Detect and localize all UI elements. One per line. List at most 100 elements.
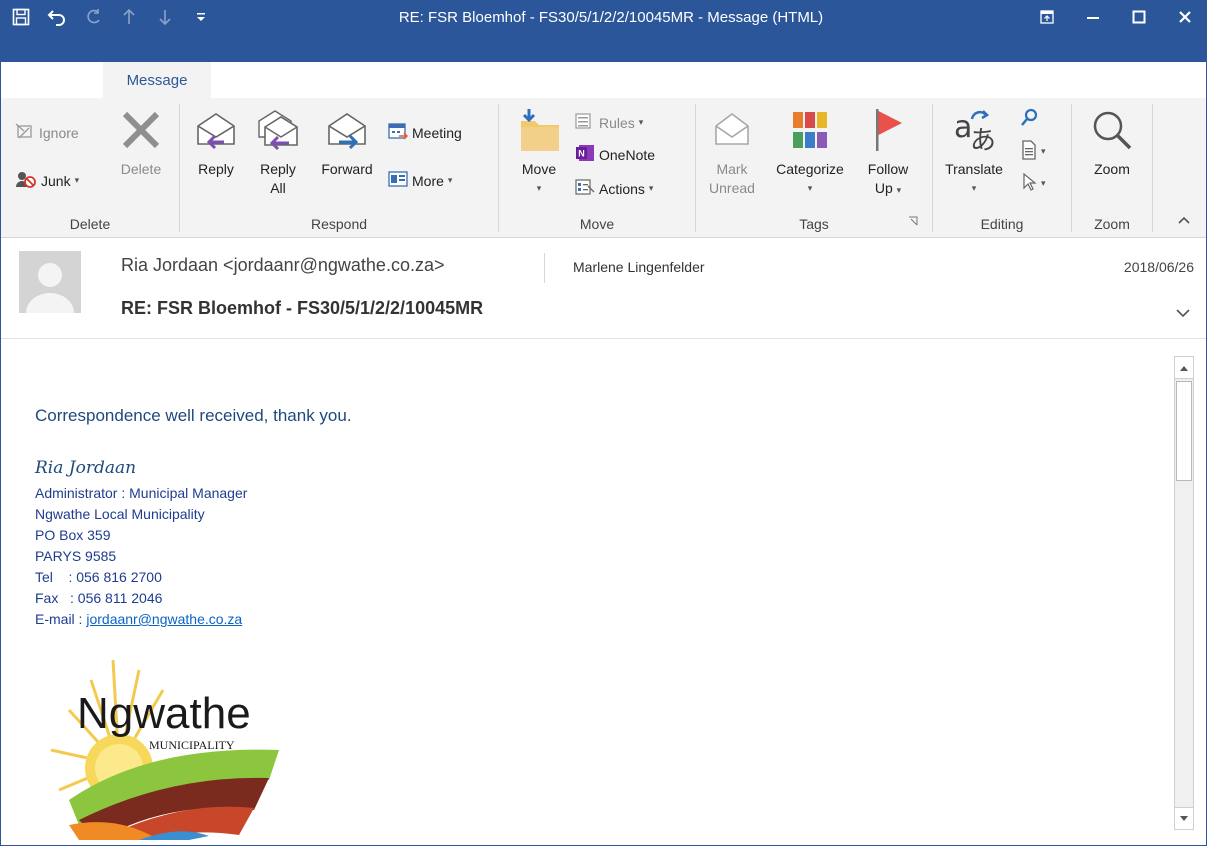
move-button[interactable]: Move ▾ [509,106,569,198]
find-button[interactable] [1021,108,1039,131]
signature-fax: Fax : 056 811 2046 [35,590,163,606]
next-item-icon[interactable] [153,3,177,31]
reply-button[interactable]: Reply [190,106,242,179]
logo-wordmark: Ngwathe [77,689,251,738]
expand-header-chevron-icon[interactable] [1176,303,1190,322]
search-icon [1021,108,1039,131]
signature-city: PARYS 9585 [35,548,117,564]
onenote-icon: N [575,144,595,165]
translate-button[interactable]: aあ Translate ▾ [937,106,1011,198]
tab-file[interactable]: File [21,62,73,98]
group-label-zoom: Zoom [1094,216,1130,232]
chevron-down-icon: ▾ [536,183,542,193]
quick-access-toolbar [9,0,213,34]
more-icon [388,170,408,191]
signature-email-line: E-mail : jordaanr@ngwathe.co.za [35,611,243,627]
meeting-button[interactable]: Meeting [388,122,462,143]
follow-up-button[interactable]: Follow Up ▾ [858,106,918,200]
sender-name[interactable]: Ria Jordaan <jordaanr@ngwathe.co.za> [121,255,444,276]
ribbon-group-editing: aあ Translate ▾ ▾ ▾ Editing [933,98,1071,238]
signature-po-box: PO Box 359 [35,527,111,543]
signature-name: Ria Jordaan [35,458,137,478]
junk-icon [15,170,37,191]
recipient-name[interactable]: Marlene Lingenfelder [573,259,705,275]
tell-me-search[interactable]: Tell me what you want to do... [233,62,449,98]
chevron-down-icon: ▾ [1041,146,1046,156]
ribbon-group-respond: Reply Reply All Forward Meeting More ▾ R… [180,98,498,238]
forward-icon [314,106,380,154]
chevron-down-icon: ▾ [648,183,654,193]
collapse-ribbon-icon[interactable] [1178,210,1190,229]
chevron-down-icon: ▾ [447,175,453,185]
forward-button[interactable]: Forward [314,106,380,179]
ribbon-group-move: Move ▾ Rules ▾ N OneNote Actions ▾ Move [499,98,695,238]
vertical-scrollbar[interactable] [1174,356,1194,830]
chevron-down-icon: ▾ [1041,178,1046,188]
ribbon-display-options-icon[interactable] [1024,0,1070,34]
undo-icon[interactable] [45,3,69,31]
document-icon [1021,140,1037,163]
delete-button[interactable]: Delete [113,106,169,179]
more-respond-button[interactable]: More ▾ [388,170,452,191]
ignore-icon [15,122,35,143]
junk-button[interactable]: Junk ▾ [15,170,79,191]
ribbon-group-tags: Mark Unread Categorize ▾ Follow Up ▾ Tag… [696,98,932,238]
customize-toolbar-icon[interactable] [189,3,213,31]
select-button[interactable]: ▾ [1021,172,1046,195]
group-label-tags: Tags [799,216,829,232]
signature-title: Administrator : Municipal Manager [35,485,248,501]
scroll-up-icon[interactable] [1175,357,1193,379]
actions-button[interactable]: Actions ▾ [575,178,653,199]
ribbon-group-zoom: Zoom Zoom [1072,98,1152,238]
tell-me-label: Tell me what you want to do... [251,71,449,89]
reply-all-icon [250,106,306,154]
meeting-icon [388,122,409,143]
related-button[interactable]: ▾ [1021,140,1046,163]
dialog-launcher-icon[interactable] [908,211,918,230]
rules-button[interactable]: Rules ▾ [575,112,643,133]
reply-all-button[interactable]: Reply All [250,106,306,198]
categorize-button[interactable]: Categorize ▾ [764,106,856,198]
window-controls [1024,0,1206,34]
maximize-icon[interactable] [1116,0,1162,34]
signature-email-link[interactable]: jordaanr@ngwathe.co.za [86,611,242,627]
scrollbar-thumb[interactable] [1176,381,1192,481]
previous-item-icon[interactable] [117,3,141,31]
translate-icon: aあ [937,106,1011,154]
ribbon: Ignore Junk ▾ Delete Delete Reply Reply … [1,98,1206,238]
signature-organization: Ngwathe Local Municipality [35,506,205,522]
message-header: Ria Jordaan <jordaanr@ngwathe.co.za> Mar… [1,239,1206,339]
chevron-down-icon: ▾ [638,117,644,127]
ribbon-group-delete: Ignore Junk ▾ Delete Delete [1,98,179,238]
outlook-message-window: RE: FSR Bloemhof - FS30/5/1/2/2/10045MR … [0,0,1207,846]
title-bar: RE: FSR Bloemhof - FS30/5/1/2/2/10045MR … [1,0,1206,62]
mark-unread-button[interactable]: Mark Unread [702,106,762,198]
message-subject: RE: FSR Bloemhof - FS30/5/1/2/2/10045MR [121,298,484,318]
minimize-icon[interactable] [1070,0,1116,34]
signature-tel: Tel : 056 816 2700 [35,569,162,585]
group-label-delete: Delete [69,216,111,232]
svg-text:N: N [578,149,585,159]
save-icon[interactable] [9,3,33,31]
cursor-arrow-icon [1021,172,1037,195]
scroll-down-icon[interactable] [1175,807,1193,829]
logo-subtitle: MUNICIPALITY [149,738,235,752]
reply-icon [190,106,242,154]
group-label-move: Move [579,216,615,232]
lightbulb-icon [233,69,245,91]
redo-icon[interactable] [81,3,105,31]
body-text: Correspondence well received, thank you. [35,406,352,425]
ribbon-tabs: File Message [1,62,1206,98]
delete-icon [113,106,169,154]
group-label-respond: Respond [310,216,368,232]
onenote-button[interactable]: N OneNote [575,144,655,165]
zoom-button[interactable]: Zoom [1082,106,1142,179]
tab-message[interactable]: Message [103,62,211,98]
close-icon[interactable] [1162,0,1206,34]
actions-icon [575,178,595,199]
chevron-down-icon: ▾ [74,175,80,185]
message-body: Correspondence well received, thank you.… [1,340,1206,845]
ignore-button[interactable]: Ignore [15,122,79,143]
svg-text:あ: あ [970,126,996,153]
chevron-down-icon: ▾ [807,183,813,193]
